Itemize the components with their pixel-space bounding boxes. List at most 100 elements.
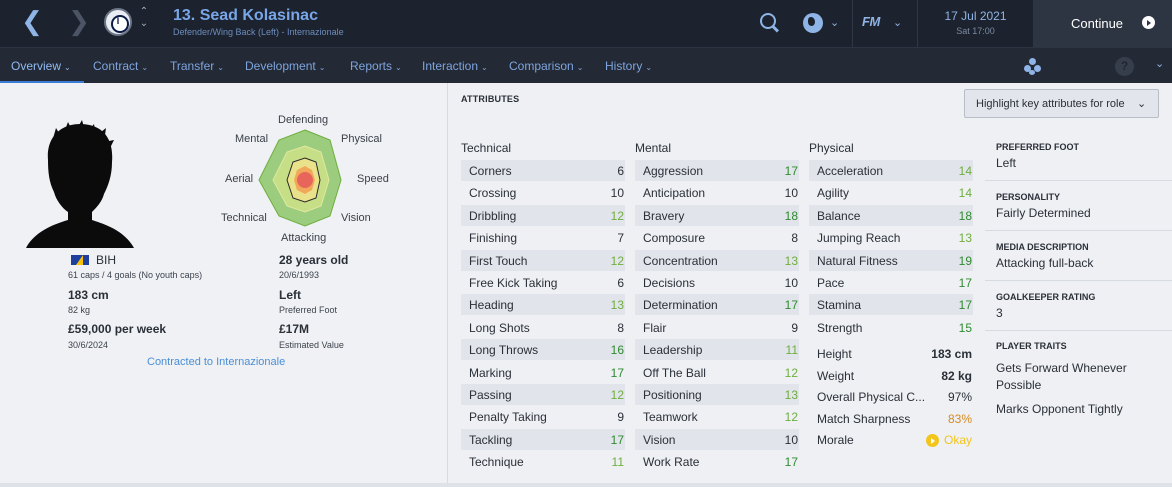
attribute-name: Jumping Reach <box>817 231 901 246</box>
attribute-name: Bravery <box>643 208 685 223</box>
physical-info-value: 82 kg <box>941 368 972 383</box>
attribute-row[interactable]: Tackling 17 <box>461 428 625 450</box>
attribute-row[interactable]: Free Kick Taking 6 <box>461 272 625 293</box>
chevron-down-icon[interactable]: ⌄ <box>1155 57 1164 70</box>
player-switch-icon[interactable]: ⌃ ⌄ <box>138 6 150 30</box>
radar-center <box>297 172 313 188</box>
attribute-name: Long Throws <box>469 343 539 358</box>
tab-interaction[interactable]: Interaction ⌄ <box>422 59 488 73</box>
forward-arrow-icon[interactable]: ❯ <box>66 9 92 37</box>
tab-reports[interactable]: Reports ⌄ <box>350 59 402 73</box>
info-label: GOALKEEPER RATING <box>996 292 1096 302</box>
attribute-value: 10 <box>784 276 798 290</box>
attribute-row[interactable]: Natural Fitness 19 <box>809 249 973 271</box>
attribute-row[interactable]: Acceleration 14 <box>809 160 973 181</box>
top-bar: ❮ ❯ I ⌃ ⌄ 13. Sead Kolasinac Defender/Win… <box>0 0 1172 47</box>
attribute-row[interactable]: Flair 9 <box>635 317 799 338</box>
attribute-row[interactable]: Decisions 10 <box>635 272 799 293</box>
attribute-row[interactable]: Positioning 13 <box>635 384 799 405</box>
help-icon[interactable]: ? <box>1115 57 1134 76</box>
trait-item: Possible <box>996 378 1042 392</box>
attribute-row[interactable]: Off The Ball 12 <box>635 362 799 383</box>
attribute-row[interactable]: First Touch 12 <box>461 249 625 271</box>
physical-info-value: 97% <box>947 390 972 404</box>
squad-icon[interactable] <box>1024 58 1042 76</box>
physical-info-row: Weight 82 kg <box>809 365 973 386</box>
attribute-value: 19 <box>958 253 972 268</box>
attribute-row[interactable]: Passing 12 <box>461 384 625 405</box>
attribute-row[interactable]: Bravery 18 <box>635 204 799 226</box>
attribute-row[interactable]: Anticipation 10 <box>635 182 799 203</box>
time-text: Sat 17:00 <box>956 26 995 36</box>
attribute-row[interactable]: Work Rate 17 <box>635 451 799 472</box>
contract-expiry: 30/6/2024 <box>68 340 109 350</box>
contract-club-link[interactable]: Contracted to Internazionale <box>147 356 285 368</box>
attribute-row[interactable]: Technique 11 <box>461 451 625 472</box>
fm-menu-chevron-icon[interactable]: ⌄ <box>893 16 902 29</box>
attribute-value: 12 <box>784 365 798 380</box>
attribute-row[interactable]: Marking 17 <box>461 362 625 383</box>
trait-item: Marks Opponent Tightly <box>996 402 1123 416</box>
attribute-row[interactable]: Corners 6 <box>461 160 625 181</box>
attribute-value: 17 <box>958 298 972 313</box>
fm-logo[interactable]: FM <box>862 14 880 29</box>
tab-development[interactable]: Development ⌄ <box>245 59 325 73</box>
attribute-row[interactable]: Agility 14 <box>809 182 973 203</box>
attribute-row[interactable]: Dribbling 12 <box>461 204 625 226</box>
attribute-row[interactable]: Leadership 11 <box>635 339 799 361</box>
attribute-name: Aggression <box>643 164 704 178</box>
attribute-row[interactable]: Penalty Taking 9 <box>461 406 625 427</box>
international-caps: 61 caps / 4 goals (No youth caps) <box>68 270 203 280</box>
tab-contract[interactable]: Contract ⌄ <box>93 59 148 73</box>
attribute-value: 13 <box>958 231 972 246</box>
highlight-key-attributes-dropdown[interactable]: Highlight key attributes for role ⌄ <box>964 89 1159 118</box>
attribute-name: Corners <box>469 164 512 178</box>
attribute-name: Concentration <box>643 253 718 268</box>
attribute-row[interactable]: Teamwork 12 <box>635 406 799 427</box>
attribute-row[interactable]: Vision 10 <box>635 428 799 450</box>
attribute-name: Agility <box>817 186 850 201</box>
nationality[interactable]: BIH <box>96 253 116 267</box>
tab-comparison[interactable]: Comparison ⌄ <box>509 59 583 73</box>
attribute-row[interactable]: Stamina 17 <box>809 294 973 316</box>
attribute-value: 17 <box>784 298 798 313</box>
highlight-label: Highlight key attributes for role <box>976 98 1125 110</box>
attribute-row[interactable]: Jumping Reach 13 <box>809 227 973 248</box>
radar-label-aerial: Aerial <box>225 173 254 185</box>
attribute-row[interactable]: Finishing 7 <box>461 227 625 248</box>
tab-transfer[interactable]: Transfer ⌄ <box>170 59 224 73</box>
globe-icon[interactable]: ⌄ <box>800 9 844 37</box>
attribute-row[interactable]: Heading 13 <box>461 294 625 316</box>
club-crest-icon[interactable]: I <box>104 8 132 36</box>
attribute-value: 6 <box>617 276 624 290</box>
radar-label-defending: Defending <box>278 114 329 126</box>
divider <box>447 83 448 487</box>
divider <box>852 0 853 47</box>
attribute-row[interactable]: Crossing 10 <box>461 182 625 203</box>
attribute-name: Teamwork <box>643 410 698 425</box>
radar-label-technical: Technical <box>221 212 267 224</box>
tab-overview[interactable]: Overview ⌄ <box>11 59 71 73</box>
attribute-name: Anticipation <box>643 186 706 201</box>
search-icon[interactable] <box>757 9 781 37</box>
attribute-row[interactable]: Concentration 13 <box>635 249 799 271</box>
attribute-name: Free Kick Taking <box>469 276 558 290</box>
attribute-value: 14 <box>958 186 972 201</box>
attribute-name: Tackling <box>469 432 513 447</box>
attribute-row[interactable]: Aggression 17 <box>635 160 799 181</box>
continue-button[interactable]: Continue <box>1033 0 1172 47</box>
attribute-row[interactable]: Strength 15 <box>809 317 973 338</box>
attribute-row[interactable]: Pace 17 <box>809 272 973 293</box>
tab-history[interactable]: History ⌄ <box>605 59 652 73</box>
attribute-row[interactable]: Balance 18 <box>809 204 973 226</box>
attribute-row[interactable]: Long Shots 8 <box>461 317 625 338</box>
radar-label-physical: Physical <box>341 133 382 145</box>
attribute-row[interactable]: Long Throws 16 <box>461 339 625 361</box>
back-arrow-icon[interactable]: ❮ <box>19 9 45 37</box>
attribute-row[interactable]: Determination 17 <box>635 294 799 316</box>
game-date[interactable]: 17 Jul 2021 Sat 17:00 <box>918 0 1033 47</box>
attribute-value: 8 <box>791 231 798 246</box>
physical-info-name: Weight <box>817 368 855 383</box>
attribute-name: Off The Ball <box>643 365 706 380</box>
attribute-row[interactable]: Composure 8 <box>635 227 799 248</box>
